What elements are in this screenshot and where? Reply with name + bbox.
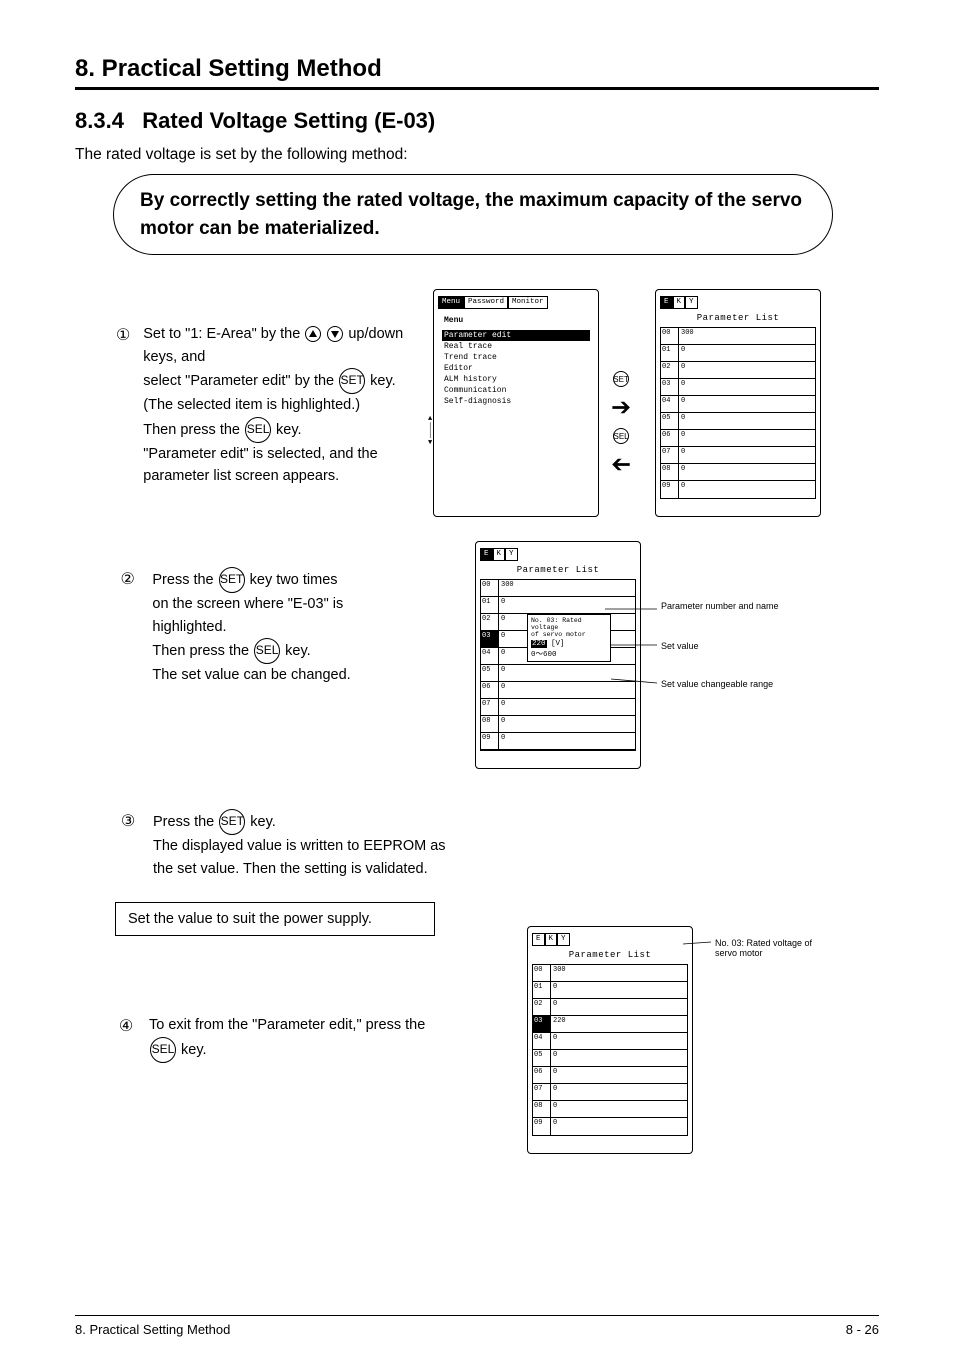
step3-line2: The displayed value is written to EEPROM… <box>153 838 446 876</box>
set-key[interactable]: SET <box>339 368 365 394</box>
step1-line3: (The selected item is highlighted.) <box>143 397 360 413</box>
footer: 8. Practical Setting Method 8 - 26 <box>75 1315 879 1337</box>
step4-text: To exit from the "Parameter edit," press… <box>149 1014 435 1062</box>
step3-text: Press the SET key. The displayed value i… <box>153 809 453 880</box>
tab-password[interactable]: Password <box>464 296 508 309</box>
menu-item-2[interactable]: Trend trace <box>442 352 590 363</box>
annot-range: Set value changeable range <box>661 679 791 689</box>
section-number: 8.3.4 <box>75 108 124 133</box>
header-rule <box>75 87 879 90</box>
list2-tab-y[interactable]: Y <box>505 548 518 561</box>
intro-line: The rated voltage is set by the followin… <box>75 146 879 164</box>
menu-tabs: Menu Password Monitor <box>438 296 594 309</box>
step4-line1: To exit from the "Parameter edit," press… <box>149 1017 425 1033</box>
step2-line2: on the screen where "E-03" is highlighte… <box>152 596 343 634</box>
step2-line3: Then press the <box>152 643 249 659</box>
sel-key-mini[interactable]: SEL <box>613 428 629 444</box>
tab-monitor[interactable]: Monitor <box>508 296 548 309</box>
exit-tab-k[interactable]: K <box>545 933 558 946</box>
sel-key[interactable]: SEL <box>245 417 271 443</box>
list2-title: Parameter List <box>480 565 636 575</box>
menu-item-5[interactable]: Communication <box>442 385 590 396</box>
param-list-screen-1: E K Y Parameter List 00300 010 020 030 0… <box>655 289 821 517</box>
list1-tab-e[interactable]: E <box>660 296 673 309</box>
step4-number: ④ <box>115 1014 137 1062</box>
step1-text-col: ① Set to "1: E-Area" by the up/down keys… <box>115 323 415 487</box>
step4-block: ④ To exit from the "Parameter edit," pre… <box>75 896 879 1156</box>
set-key-mini[interactable]: SET <box>613 371 629 387</box>
exit-tab-y[interactable]: Y <box>557 933 570 946</box>
param-list-screen-exit: E K Y Parameter List 00300 010 020 03220… <box>527 926 693 1154</box>
step3-line1: Press the <box>153 814 214 830</box>
step3-number: ③ <box>115 809 141 880</box>
step1-line5: "Parameter edit" is selected, and the pa… <box>143 446 377 484</box>
menu-title: Menu <box>442 315 590 326</box>
menu-item-4[interactable]: ALM history <box>442 374 590 385</box>
footer-left: 8. Practical Setting Method <box>75 1322 230 1337</box>
value-editor-popup[interactable]: No. 03: Rated voltage of servo motor 220… <box>527 614 611 662</box>
step4-text-col: ④ To exit from the "Parameter edit," pre… <box>115 1014 435 1062</box>
menu-item-6[interactable]: Self-diagnosis <box>442 396 590 407</box>
arrow-left-icon: ➔ <box>611 450 631 479</box>
editor-range: 0～600 <box>531 648 607 659</box>
sel-key-4[interactable]: SEL <box>150 1037 176 1063</box>
up-key-icon[interactable] <box>305 326 321 342</box>
tab-menu[interactable]: Menu <box>438 296 464 309</box>
step1-number: ① <box>115 323 131 487</box>
list1-title: Parameter List <box>660 313 816 323</box>
step1-line2: select "Parameter edit" by the <box>143 373 334 389</box>
step2-line4: The set value can be changed. <box>152 667 350 683</box>
list2-tab-k[interactable]: K <box>493 548 506 561</box>
menu-screen: Menu Password Monitor Menu Parameter edi… <box>433 289 599 517</box>
content-area: 8. Practical Setting Method 8.3.4 Rated … <box>75 55 879 1271</box>
annot-set-value: Set value <box>661 641 699 651</box>
annot-param-name: Parameter number and name <box>661 601 779 611</box>
down-key-icon[interactable] <box>327 326 343 342</box>
step1-block: ① Set to "1: E-Area" by the up/down keys… <box>75 289 879 537</box>
section-heading: 8.3.4 Rated Voltage Setting (E-03) <box>75 108 879 134</box>
exit-annot: No. 03: Rated voltage of servo motor <box>715 938 835 959</box>
step2-line1: Press the <box>152 572 213 588</box>
leader-lines <box>605 601 665 701</box>
page: 8. Practical Setting Method 8.3.4 Rated … <box>0 0 954 1351</box>
list2-tab-e[interactable]: E <box>480 548 493 561</box>
step1-line4: Then press the <box>143 421 240 437</box>
menu-item-0[interactable]: Parameter edit <box>442 330 590 341</box>
list1-tab-k[interactable]: K <box>673 296 686 309</box>
set-key-2[interactable]: SET <box>219 567 245 593</box>
step2-text: Press the SET key two times on the scree… <box>152 567 415 686</box>
editor-value[interactable]: 220 <box>531 640 547 648</box>
list1-tab-y[interactable]: Y <box>685 296 698 309</box>
step1-text: Set to "1: E-Area" by the up/down keys, … <box>143 323 415 487</box>
step2-block: ② Press the SET key two times on the scr… <box>75 541 879 801</box>
set-key-3[interactable]: SET <box>219 809 245 835</box>
step2-number: ② <box>115 567 140 686</box>
nav-arrows: SET ➔ SEL ➔ <box>611 371 631 479</box>
step3-block: ③ Press the SET key. The displayed value… <box>75 809 879 880</box>
sel-key-2[interactable]: SEL <box>254 638 280 664</box>
step2-text-col: ② Press the SET key two times on the scr… <box>115 567 415 686</box>
exit-tab-e[interactable]: E <box>532 933 545 946</box>
exit-leader-line <box>689 940 719 950</box>
footer-right: 8 - 26 <box>846 1322 879 1337</box>
menu-item-3[interactable]: Editor <box>442 363 590 374</box>
step1-line1: Set to "1: E-Area" by the <box>143 326 300 342</box>
chapter-title: 8. Practical Setting Method <box>75 55 879 83</box>
menu-scroll-decor: ▲││▼ <box>428 415 432 447</box>
section-name: Rated Voltage Setting (E-03) <box>142 108 435 133</box>
arrow-right-icon: ➔ <box>611 393 631 422</box>
menu-item-1[interactable]: Real trace <box>442 341 590 352</box>
editor-title: No. 03: Rated voltage of servo motor <box>531 617 607 638</box>
exit-title: Parameter List <box>532 950 688 960</box>
editor-unit: [V] <box>551 640 565 648</box>
purpose-box: By correctly setting the rated voltage, … <box>113 174 833 255</box>
